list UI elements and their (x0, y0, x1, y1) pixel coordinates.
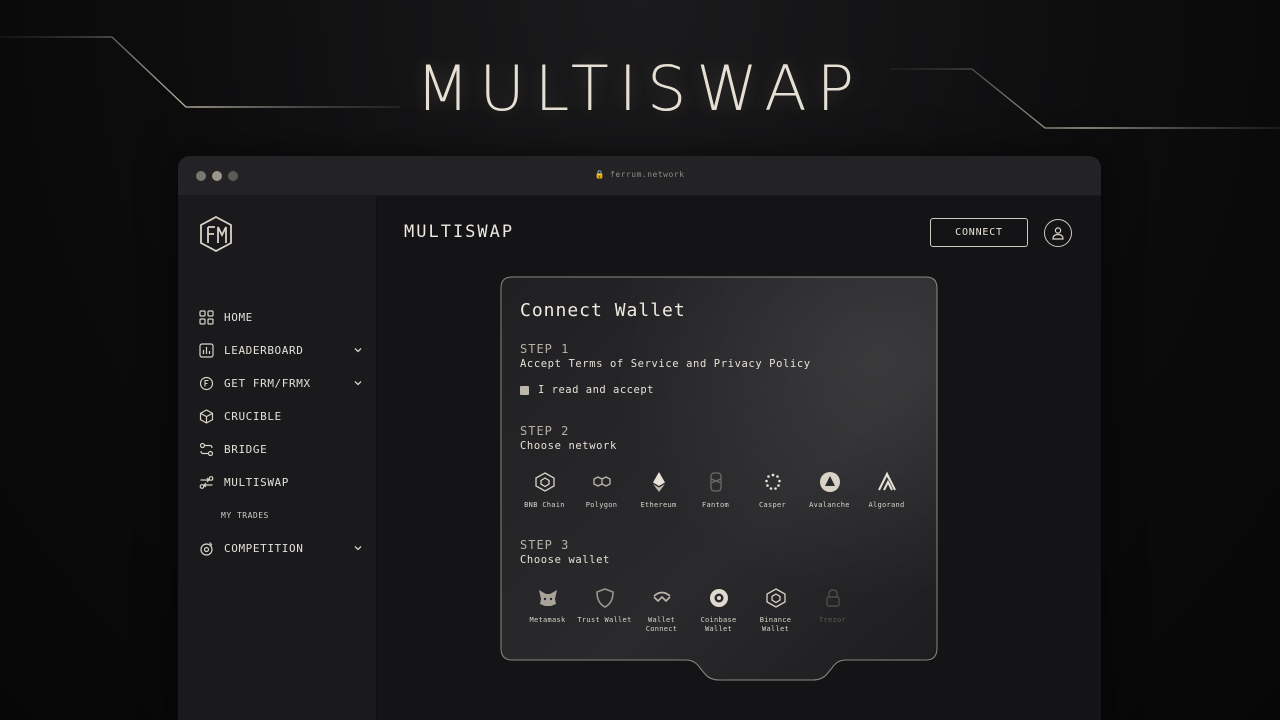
fantom-icon (704, 470, 728, 494)
step3-heading: STEP 3 (520, 538, 570, 552)
card-content: Connect Wallet STEP 1 Accept Terms of Se… (500, 276, 938, 682)
step2-description: Choose network (520, 440, 617, 452)
card-title: Connect Wallet (520, 300, 686, 321)
walletconnect-icon (650, 586, 674, 610)
network-label: BNB Chain (524, 501, 565, 509)
chevron-down-icon[interactable] (353, 378, 363, 388)
bridge-icon (198, 442, 214, 458)
cube-icon (198, 409, 214, 425)
lock-icon: 🔒 (594, 170, 606, 179)
casper-icon (761, 470, 785, 494)
wallet-option-binance[interactable]: Binance Wallet (747, 586, 804, 634)
ethereum-icon (647, 470, 671, 494)
swap-icon (198, 475, 214, 491)
network-label: Ethereum (640, 501, 677, 509)
network-label: Algorand (868, 501, 905, 509)
sidebar-nav: HOME LEADERBOARD GET FRM/FRMX CRUCIBLE B… (198, 301, 363, 565)
sidebar-item-label: LEADERBOARD (224, 344, 304, 357)
sidebar-item-label: BRIDGE (224, 443, 268, 456)
trust-wallet-icon (593, 586, 617, 610)
wallet-list: Metamask Trust Wallet Wallet Connect Coi… (519, 586, 929, 634)
step1-heading: STEP 1 (520, 342, 570, 356)
coin-icon (198, 376, 214, 392)
network-option-casper[interactable]: Casper (744, 470, 801, 510)
step3-description: Choose wallet (520, 554, 610, 566)
network-option-fantom[interactable]: Fantom (687, 470, 744, 510)
sidebar-item-multiswap[interactable]: MULTISWAP (198, 466, 363, 499)
connect-wallet-card: Connect Wallet STEP 1 Accept Terms of Se… (500, 276, 938, 682)
sidebar-item-label: HOME (224, 311, 253, 324)
wallet-label: Coinbase Wallet (700, 616, 737, 633)
network-label: Avalanche (809, 501, 850, 509)
wallet-label: Trust Wallet (577, 616, 632, 624)
network-list: BNB Chain Polygon Ethereum Fantom Casper… (516, 470, 926, 510)
network-option-polygon[interactable]: Polygon (573, 470, 630, 510)
wallet-option-trezor[interactable]: Trezor (804, 586, 861, 634)
sidebar-item-bridge[interactable]: BRIDGE (198, 433, 363, 466)
binance-icon (764, 586, 788, 610)
network-option-avalanche[interactable]: Avalanche (801, 470, 858, 510)
sidebar: HOME LEADERBOARD GET FRM/FRMX CRUCIBLE B… (178, 196, 377, 720)
algorand-icon (875, 470, 899, 494)
bnb-icon (533, 470, 557, 494)
network-label: Casper (758, 501, 787, 509)
terms-checkbox[interactable] (520, 385, 529, 395)
trezor-icon (821, 586, 845, 610)
polygon-icon (590, 470, 614, 494)
trophy-icon (198, 541, 214, 557)
chevron-down-icon[interactable] (353, 543, 363, 553)
wallet-option-trust[interactable]: Trust Wallet (576, 586, 633, 634)
wallet-label: Trezor (818, 616, 847, 624)
account-button[interactable] (1044, 219, 1072, 247)
avalanche-icon (818, 470, 842, 494)
sidebar-item-home[interactable]: HOME (198, 301, 363, 334)
network-label: Fantom (701, 501, 730, 509)
metamask-icon (536, 586, 560, 610)
chart-icon (198, 343, 214, 359)
sidebar-item-crucible[interactable]: CRUCIBLE (198, 400, 363, 433)
network-option-bnb[interactable]: BNB Chain (516, 470, 573, 510)
coinbase-icon (707, 586, 731, 610)
network-option-algorand[interactable]: Algorand (858, 470, 915, 510)
page-title: MULTISWAP (404, 222, 515, 242)
ferrum-logo-icon[interactable] (200, 216, 232, 252)
wallet-option-walletconnect[interactable]: Wallet Connect (633, 586, 690, 634)
sidebar-item-label: GET FRM/FRMX (224, 377, 311, 390)
sidebar-subitem-my-trades[interactable]: MY TRADES (198, 499, 363, 532)
sidebar-subitem-label: MY TRADES (221, 511, 269, 520)
wallet-label: Wallet Connect (645, 616, 678, 633)
sidebar-item-competition[interactable]: COMPETITION (198, 532, 363, 565)
sidebar-item-leaderboard[interactable]: LEADERBOARD (198, 334, 363, 367)
sidebar-item-label: COMPETITION (224, 542, 304, 555)
connect-button[interactable]: CONNECT (930, 218, 1028, 247)
browser-titlebar: 🔒 ferrum.network (178, 156, 1101, 196)
sidebar-item-label: MULTISWAP (224, 476, 290, 489)
address-bar[interactable]: 🔒 ferrum.network (178, 170, 1101, 179)
hero-title: MULTISWAP (415, 52, 865, 125)
wallet-label: Binance Wallet (759, 616, 792, 633)
wallet-option-metamask[interactable]: Metamask (519, 586, 576, 634)
grid-icon (198, 310, 214, 326)
terms-checkbox-row[interactable]: I read and accept (520, 384, 654, 396)
step2-heading: STEP 2 (520, 424, 570, 438)
wallet-label: Metamask (529, 616, 566, 624)
network-option-ethereum[interactable]: Ethereum (630, 470, 687, 510)
sidebar-item-get-frm[interactable]: GET FRM/FRMX (198, 367, 363, 400)
network-label: Polygon (585, 501, 618, 509)
step1-description: Accept Terms of Service and Privacy Poli… (520, 358, 811, 370)
chevron-down-icon[interactable] (353, 345, 363, 355)
terms-checkbox-label: I read and accept (538, 384, 654, 396)
user-icon (1052, 227, 1064, 240)
url-text: ferrum.network (610, 170, 685, 179)
wallet-option-coinbase[interactable]: Coinbase Wallet (690, 586, 747, 634)
sidebar-item-label: CRUCIBLE (224, 410, 282, 423)
